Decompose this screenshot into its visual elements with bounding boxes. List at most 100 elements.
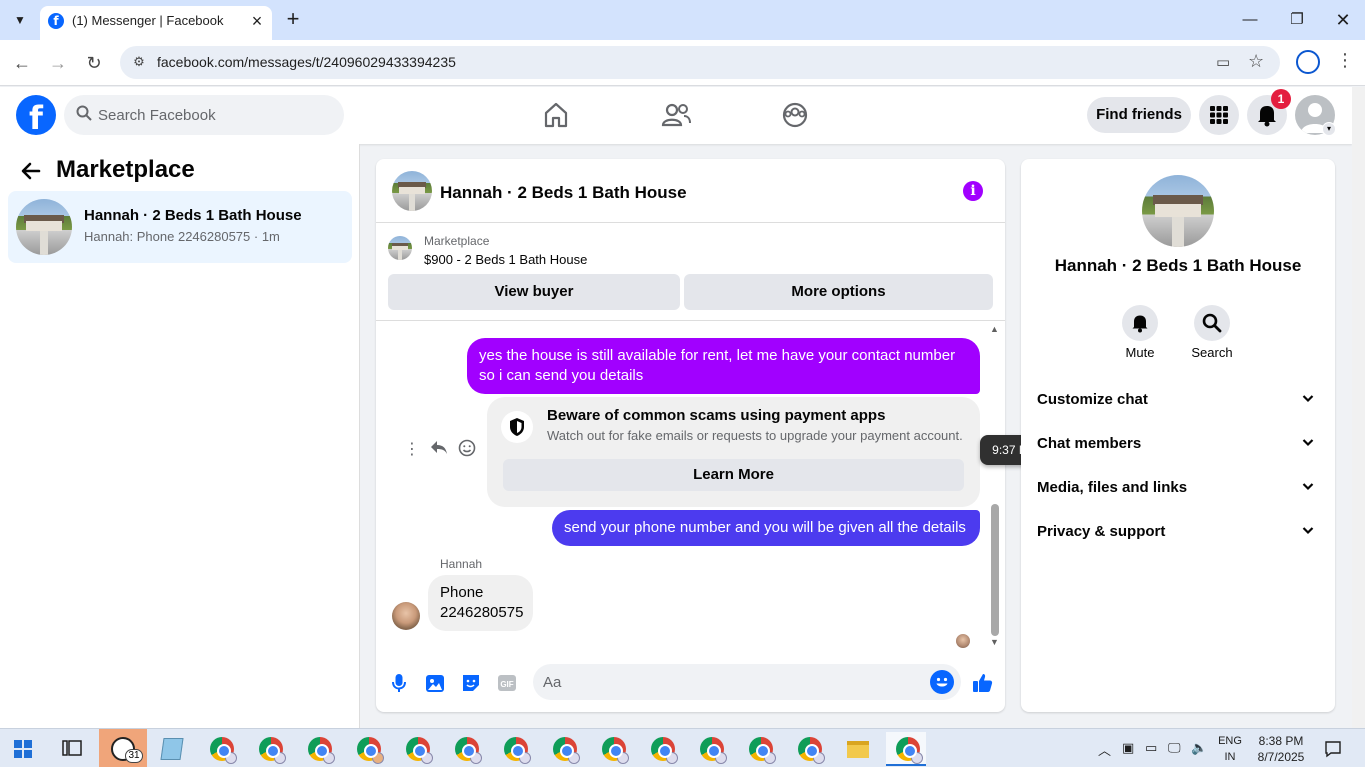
message-input-box[interactable] <box>533 664 961 700</box>
input-language[interactable]: ENG IN <box>1212 733 1248 765</box>
taskbar-chrome[interactable] <box>396 732 436 766</box>
notification-center-icon[interactable] <box>1324 740 1342 763</box>
message-input[interactable] <box>543 664 923 700</box>
search-in-chat-button[interactable] <box>1194 305 1230 341</box>
chrome-icon <box>259 737 286 764</box>
taskbar-chrome-active[interactable] <box>886 732 926 766</box>
menu-grid-button[interactable] <box>1199 95 1239 135</box>
install-app-icon[interactable]: ▭ <box>1216 53 1230 71</box>
react-smiley-icon[interactable] <box>458 439 476 462</box>
learn-more-button[interactable]: Learn More <box>503 459 964 491</box>
outgoing-message[interactable]: send your phone number and you will be g… <box>552 510 980 546</box>
search-input[interactable] <box>98 95 328 135</box>
facebook-logo-icon[interactable]: f <box>16 95 56 135</box>
facebook-search-box[interactable] <box>64 95 344 135</box>
whatsapp-unread-badge: 31 <box>125 749 143 763</box>
chat-listing-avatar[interactable] <box>392 171 432 211</box>
more-options-button[interactable]: More options <box>684 274 993 310</box>
tab-title: (1) Messenger | Facebook <box>72 13 224 28</box>
forward-arrow-icon[interactable]: → <box>45 50 71 76</box>
outgoing-message[interactable]: yes the house is still available for ren… <box>467 338 980 394</box>
back-arrow-icon[interactable]: ← <box>9 50 35 76</box>
bookmark-star-icon[interactable]: ☆ <box>1248 51 1264 72</box>
page-scrollbar[interactable] <box>1352 87 1365 728</box>
groups-icon[interactable] <box>775 99 815 131</box>
taskbar-chrome[interactable] <box>641 732 681 766</box>
site-info-icon[interactable]: ⚙ <box>130 54 148 72</box>
tab-search-chevron-icon[interactable]: ▼ <box>8 8 32 32</box>
taskbar-chrome[interactable] <box>200 732 240 766</box>
thumbs-up-icon[interactable] <box>971 671 995 695</box>
view-buyer-button[interactable]: View buyer <box>388 274 680 310</box>
taskbar-notepad[interactable] <box>152 732 192 766</box>
minimize-icon[interactable]: — <box>1236 8 1264 32</box>
account-chevron-down-icon[interactable]: ▾ <box>1322 122 1336 136</box>
taskbar-chrome[interactable] <box>690 732 730 766</box>
tray-meet-icon[interactable]: ▣ <box>1122 740 1134 756</box>
search-icon <box>76 105 92 126</box>
message-more-icon[interactable]: ⋮ <box>404 439 420 459</box>
chat-title[interactable]: Hannah · 2 Beds 1 Bath House <box>440 183 687 203</box>
windows-start-icon[interactable] <box>14 740 32 758</box>
address-bar[interactable]: ⚙ facebook.com/messages/t/24096029433394… <box>120 46 1280 79</box>
reply-icon[interactable] <box>430 439 448 460</box>
volume-icon[interactable]: 🔈 <box>1191 740 1207 756</box>
facebook-favicon-icon: f <box>48 13 64 29</box>
network-icon[interactable]: 🖵 <box>1168 740 1181 756</box>
taskbar-chrome[interactable] <box>739 732 779 766</box>
chat-details-panel: Hannah · 2 Beds 1 Bath House Mute Search… <box>1021 159 1335 712</box>
chat-members-section[interactable]: Chat members <box>1037 435 1319 459</box>
taskbar-chrome[interactable] <box>249 732 289 766</box>
window-close-icon[interactable]: ✕ <box>1329 8 1357 32</box>
battery-icon[interactable]: ▭ <box>1145 740 1157 756</box>
taskbar-file-explorer[interactable] <box>837 732 877 766</box>
browser-menu-kebab-icon[interactable]: ⋮ <box>1336 50 1354 71</box>
taskbar-chrome[interactable] <box>592 732 632 766</box>
media-files-links-section[interactable]: Media, files and links <box>1037 479 1319 503</box>
find-friends-button[interactable]: Find friends <box>1087 97 1191 133</box>
microphone-icon[interactable] <box>387 671 411 695</box>
taskbar-chrome[interactable] <box>543 732 583 766</box>
browser-tab-active[interactable]: f (1) Messenger | Facebook × <box>40 6 272 40</box>
reload-icon[interactable]: ↻ <box>81 50 107 76</box>
scam-warning-description: Watch out for fake emails or requests to… <box>547 428 963 443</box>
emoji-icon[interactable] <box>930 670 954 694</box>
chat-scrollbar-thumb[interactable] <box>991 504 999 636</box>
listing-thumbnail <box>16 199 72 255</box>
conversation-list-item[interactable]: Hannah · 2 Beds 1 Bath House Hannah: Pho… <box>8 191 352 263</box>
taskbar-chrome[interactable] <box>445 732 485 766</box>
photo-gallery-icon[interactable] <box>423 671 447 695</box>
marketplace-label: Marketplace <box>424 234 490 248</box>
customize-chat-section[interactable]: Customize chat <box>1037 391 1319 415</box>
friends-icon[interactable] <box>656 99 696 131</box>
sender-avatar[interactable] <box>392 602 420 630</box>
incoming-message[interactable]: Phone 2246280575 <box>428 575 533 631</box>
home-icon[interactable] <box>536 99 576 131</box>
taskbar-chrome[interactable] <box>298 732 338 766</box>
folder-icon <box>847 741 869 758</box>
gif-icon[interactable]: GIF <box>495 671 519 695</box>
url-text[interactable]: facebook.com/messages/t/2409602943339423… <box>157 54 456 70</box>
restore-icon[interactable]: ❐ <box>1283 8 1311 32</box>
task-view-icon[interactable] <box>62 739 82 762</box>
clock[interactable]: 8:38 PM 8/7/2025 <box>1246 733 1316 765</box>
taskbar-whatsapp[interactable]: 31 <box>99 729 147 767</box>
tray-overflow-chevron-icon[interactable]: ︿ <box>1098 740 1111 759</box>
info-icon[interactable]: i <box>963 181 983 201</box>
scroll-up-arrow-icon[interactable]: ▲ <box>990 324 999 334</box>
taskbar-chrome[interactable] <box>788 732 828 766</box>
new-tab-plus-icon[interactable]: + <box>282 8 304 30</box>
listing-profile-image[interactable] <box>1142 175 1214 247</box>
scroll-down-arrow-icon[interactable]: ▼ <box>990 637 999 647</box>
taskbar-chrome[interactable] <box>494 732 534 766</box>
mute-button[interactable] <box>1122 305 1158 341</box>
tab-close-icon[interactable]: × <box>246 10 268 32</box>
sticker-icon[interactable] <box>459 671 483 695</box>
listing-price-title[interactable]: $900 - 2 Beds 1 Bath House <box>424 252 587 267</box>
back-arrow-icon[interactable] <box>20 160 42 188</box>
chrome-icon <box>406 737 433 764</box>
browser-profile-icon[interactable] <box>1296 50 1320 74</box>
privacy-support-section[interactable]: Privacy & support <box>1037 523 1319 547</box>
message-composer: GIF <box>376 659 1005 712</box>
taskbar-chrome[interactable] <box>347 732 387 766</box>
